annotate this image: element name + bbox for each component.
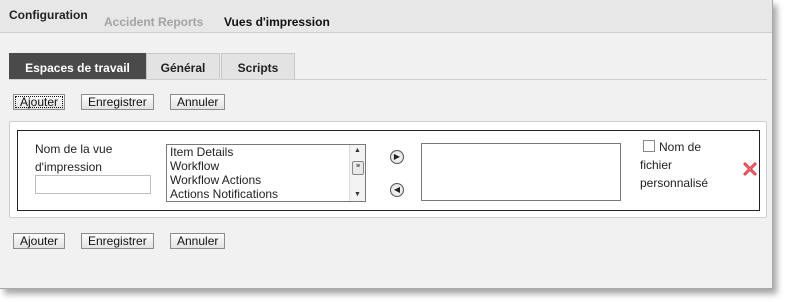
cancel-button-bottom[interactable]: Annuler — [170, 233, 226, 249]
add-button-top[interactable]: Ajouter — [13, 94, 66, 110]
configuration-window: Configuration Accident Reports Vues d'im… — [0, 0, 773, 289]
tab-divider — [9, 79, 767, 80]
list-item[interactable]: Workflow — [167, 159, 365, 173]
tab-print-views[interactable]: Vues d'impression — [224, 15, 330, 29]
available-items-list[interactable]: Item Details Workflow Workflow Actions A… — [166, 144, 366, 202]
list-item[interactable]: Actions Notifications — [167, 187, 365, 201]
add-button-bottom[interactable]: Ajouter — [13, 233, 66, 249]
arrow-right-circle-icon[interactable]: ▶ — [390, 150, 404, 164]
tab-scripts[interactable]: Scripts — [221, 53, 295, 79]
print-view-panel: Nom de la vue d'impression Item Details … — [9, 121, 767, 218]
save-button-bottom[interactable]: Enregistrer — [81, 233, 154, 249]
scroll-thumb[interactable]: ≡ — [352, 161, 364, 175]
top-tab-bar: Configuration Accident Reports Vues d'im… — [0, 0, 772, 33]
scroll-up-icon[interactable]: ▲ — [350, 146, 365, 156]
tab-configuration[interactable]: Configuration — [9, 8, 88, 22]
custom-filename-label: Nom de fichier personnalisé — [640, 140, 709, 190]
tab-general[interactable]: Général — [146, 53, 220, 79]
arrow-left-circle-icon[interactable]: ◀ — [390, 183, 404, 197]
view-name-label: Nom de la vue d'impression — [35, 142, 113, 174]
scroll-down-icon[interactable]: ▼ — [350, 190, 365, 200]
list-scrollbar[interactable]: ▲ ≡ ▼ — [349, 145, 365, 201]
red-x-delete-icon[interactable] — [742, 161, 758, 177]
list-item[interactable]: Workflow Actions — [167, 173, 365, 187]
list-item[interactable]: Item Details — [167, 145, 365, 159]
save-button-top[interactable]: Enregistrer — [81, 94, 154, 110]
tab-accident-reports[interactable]: Accident Reports — [104, 15, 203, 29]
tab-workspaces[interactable]: Espaces de travail — [9, 53, 146, 79]
print-view-row: Nom de la vue d'impression Item Details … — [17, 130, 760, 211]
view-name-input[interactable] — [35, 175, 151, 194]
cancel-button-top[interactable]: Annuler — [170, 94, 226, 110]
selected-items-list[interactable] — [421, 143, 621, 201]
